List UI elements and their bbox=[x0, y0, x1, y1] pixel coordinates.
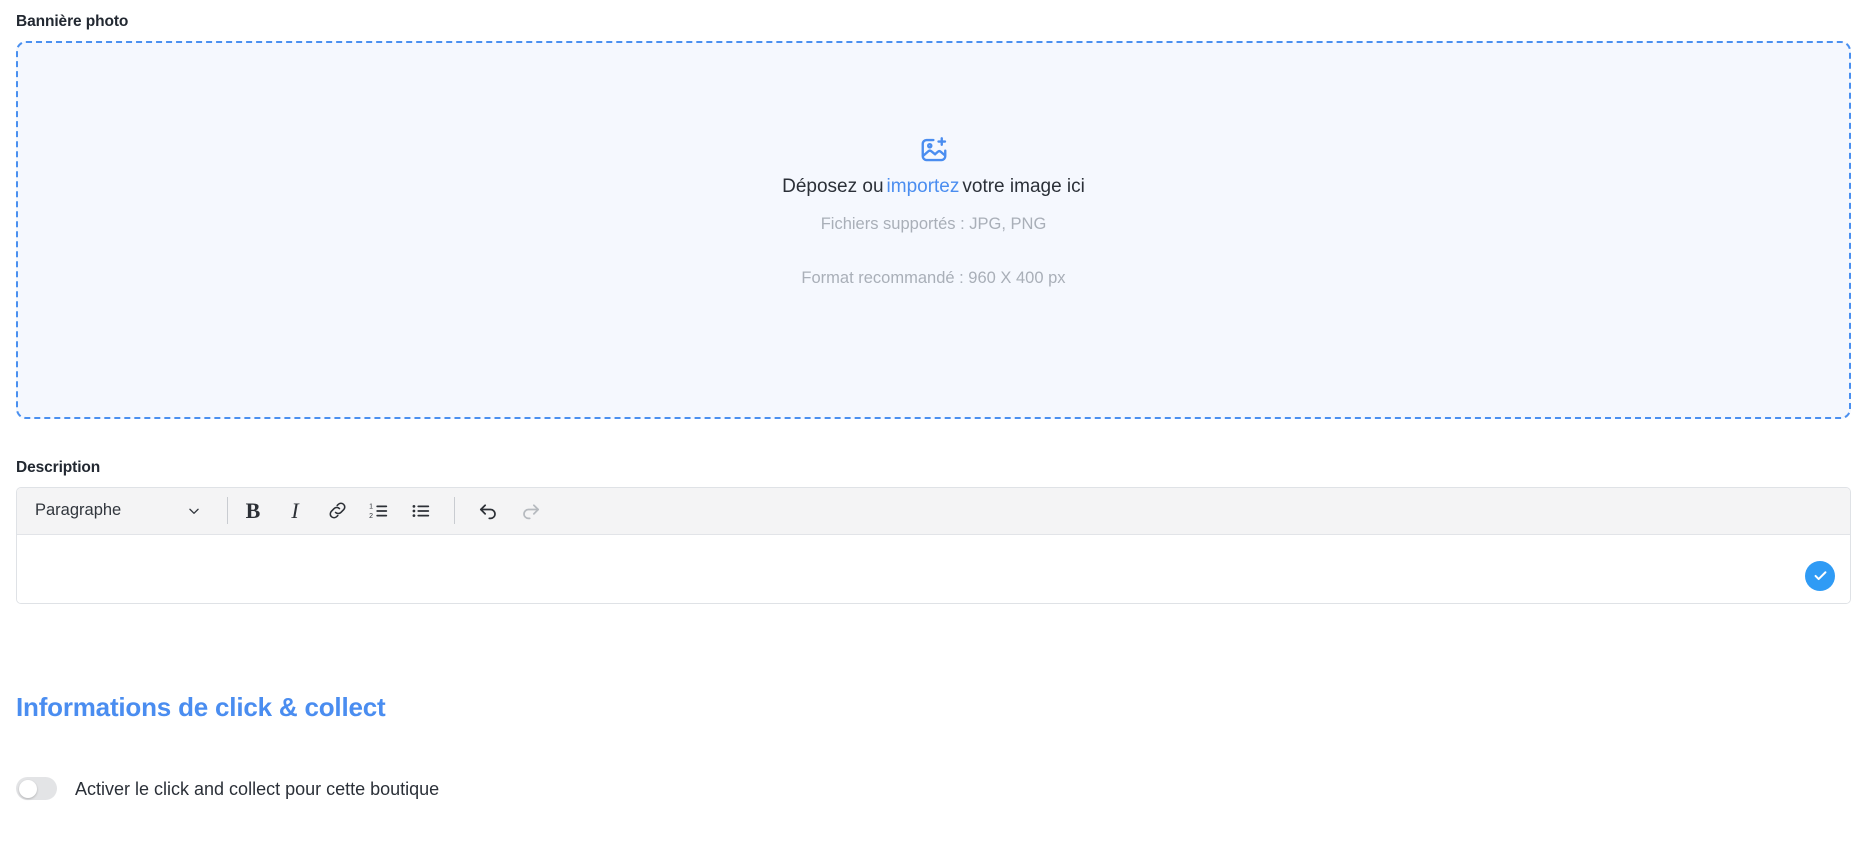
toolbar-divider-2 bbox=[454, 497, 455, 524]
editor-toolbar: Paragraphe B I 1 2 bbox=[17, 487, 1850, 535]
description-section: Description Paragraphe B I 1 2 bbox=[16, 460, 1851, 604]
click-and-collect-toggle-label: Activer le click and collect pour cette … bbox=[75, 778, 440, 799]
click-and-collect-toggle[interactable] bbox=[16, 777, 57, 800]
ordered-list-button[interactable]: 1 2 bbox=[358, 492, 400, 530]
bullet-list-button[interactable] bbox=[400, 492, 442, 530]
chevron-down-icon bbox=[187, 504, 201, 518]
undo-button[interactable] bbox=[467, 492, 509, 530]
image-plus-icon bbox=[919, 135, 949, 165]
dropzone-recommended-format: Format recommandé : 960 X 400 px bbox=[801, 269, 1066, 287]
italic-button[interactable]: I bbox=[274, 492, 316, 530]
click-and-collect-title: Informations de click & collect bbox=[16, 692, 386, 722]
banner-photo-label: Bannière photo bbox=[16, 13, 129, 30]
description-label: Description bbox=[16, 459, 101, 476]
description-input[interactable] bbox=[33, 547, 1834, 567]
description-confirm-button[interactable] bbox=[1805, 560, 1835, 591]
undo-icon bbox=[477, 499, 500, 522]
dropzone-prompt-after: votre image ici bbox=[962, 175, 1085, 197]
banner-photo-section: Bannière photo Déposez ou importez votre i… bbox=[16, 14, 1851, 419]
shop-settings-page: Bannière photo Déposez ou importez votre i… bbox=[0, 0, 1867, 847]
check-circle-icon bbox=[1812, 567, 1829, 584]
dropzone-supported-files: Fichiers supportés : JPG, PNG bbox=[820, 214, 1047, 233]
dropzone-content: Déposez ou importez votre image ici Fichie… bbox=[18, 135, 1849, 287]
block-style-select-value: Paragraphe bbox=[35, 501, 122, 520]
block-style-select[interactable]: Paragraphe bbox=[17, 488, 223, 535]
toggle-knob bbox=[18, 779, 37, 798]
description-rich-text-editor: Paragraphe B I 1 2 bbox=[16, 486, 1851, 604]
dropzone-prompt: Déposez ou importez votre image ici bbox=[782, 177, 1085, 196]
svg-text:1: 1 bbox=[369, 503, 373, 510]
bold-button[interactable]: B bbox=[232, 492, 274, 530]
editor-body[interactable] bbox=[17, 534, 1850, 603]
redo-icon bbox=[519, 499, 542, 522]
click-and-collect-section: Informations de click & collect Activer … bbox=[16, 694, 1851, 800]
redo-button[interactable] bbox=[509, 492, 551, 530]
link-button[interactable] bbox=[316, 492, 358, 530]
dropzone-prompt-before: Déposez ou bbox=[782, 175, 884, 197]
dropzone-import-link[interactable]: importez bbox=[884, 176, 963, 197]
click-and-collect-toggle-row: Activer le click and collect pour cette … bbox=[16, 777, 1851, 800]
banner-photo-dropzone[interactable]: Déposez ou importez votre image ici Fichie… bbox=[16, 40, 1851, 419]
bold-icon: B bbox=[245, 497, 261, 523]
ordered-list-icon: 1 2 bbox=[368, 500, 390, 522]
italic-icon: I bbox=[291, 497, 299, 523]
bullet-list-icon bbox=[410, 500, 432, 522]
link-icon bbox=[327, 500, 348, 521]
svg-text:2: 2 bbox=[369, 512, 373, 519]
toolbar-divider-1 bbox=[227, 497, 228, 524]
